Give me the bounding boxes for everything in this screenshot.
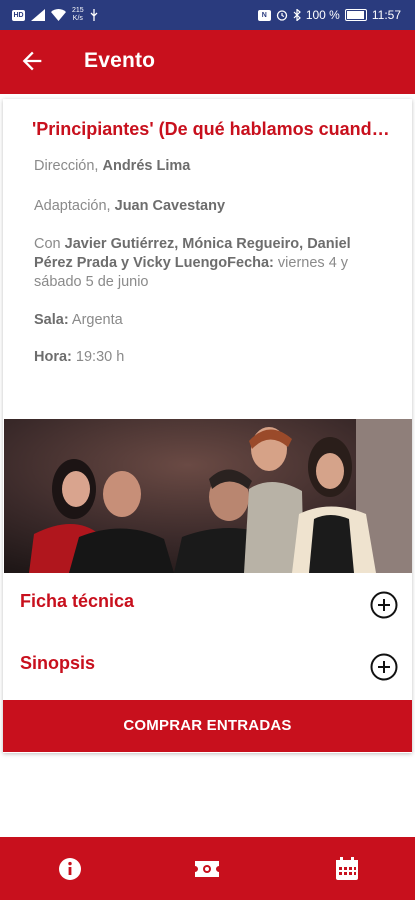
usb-icon xyxy=(90,9,98,21)
nfc-icon: N xyxy=(257,9,271,21)
wifi-icon xyxy=(51,9,66,21)
status-left: HD 215 K/s xyxy=(12,0,98,30)
section-ficha-tecnica-label: Ficha técnica xyxy=(20,591,135,611)
section-ficha-tecnica[interactable]: Ficha técnica xyxy=(3,575,412,637)
bottom-nav xyxy=(0,837,415,900)
adaptacion-row: Adaptación, Juan Cavestany xyxy=(34,197,384,216)
direccion-label: Dirección, xyxy=(34,158,99,174)
sala-label: Sala: xyxy=(34,312,69,328)
hora-value: 19:30 h xyxy=(75,349,125,365)
network-speed-unit: K/s xyxy=(72,15,83,22)
buy-tickets-button[interactable]: COMPRAR ENTRADAS xyxy=(3,700,412,752)
info-icon[interactable] xyxy=(56,855,84,883)
adaptacion-label: Adaptación, xyxy=(34,198,111,214)
sala-row: Sala: Argenta xyxy=(34,311,384,330)
signal-icon xyxy=(31,9,45,21)
event-card: 'Principiantes' (De qué hablamos cuando … xyxy=(3,99,412,753)
section-sinopsis[interactable]: Sinopsis xyxy=(3,637,412,699)
arrow-left-icon[interactable] xyxy=(18,46,46,76)
page-title: Evento xyxy=(84,49,156,72)
adaptacion-value: Juan Cavestany xyxy=(114,198,226,214)
ticket-icon[interactable] xyxy=(193,855,221,883)
plus-circle-icon[interactable] xyxy=(370,653,398,681)
status-right: N 100 % 11:57 xyxy=(257,0,401,30)
event-photo xyxy=(4,419,412,573)
con-label: Con xyxy=(34,236,61,252)
calendar-icon[interactable] xyxy=(333,855,361,883)
reparto-row: Con Javier Gutiérrez, Mónica Regueiro, D… xyxy=(34,235,384,292)
plus-circle-icon[interactable] xyxy=(370,591,398,619)
section-sinopsis-label: Sinopsis xyxy=(20,653,96,673)
clock: 11:57 xyxy=(371,8,401,22)
app-bar: Evento xyxy=(0,30,415,94)
battery-percent: 100 % xyxy=(305,8,340,22)
alarm-icon xyxy=(276,10,287,21)
hora-label: Hora: xyxy=(34,349,72,365)
battery-icon xyxy=(344,9,367,21)
direccion-row: Dirección, Andrés Lima xyxy=(34,157,384,176)
sala-value: Argenta xyxy=(71,312,123,328)
status-bar: HD 215 K/s N 100 % 11:57 xyxy=(0,0,415,30)
network-speed-value: 215 xyxy=(72,7,84,14)
hd-icon: HD xyxy=(12,9,25,21)
event-title: 'Principiantes' (De qué hablamos cuando … xyxy=(32,119,394,139)
bluetooth-icon xyxy=(293,9,301,21)
hora-row: Hora: 19:30 h xyxy=(34,348,384,367)
network-speed: 215 K/s xyxy=(72,7,84,23)
direccion-value: Andrés Lima xyxy=(102,158,191,174)
